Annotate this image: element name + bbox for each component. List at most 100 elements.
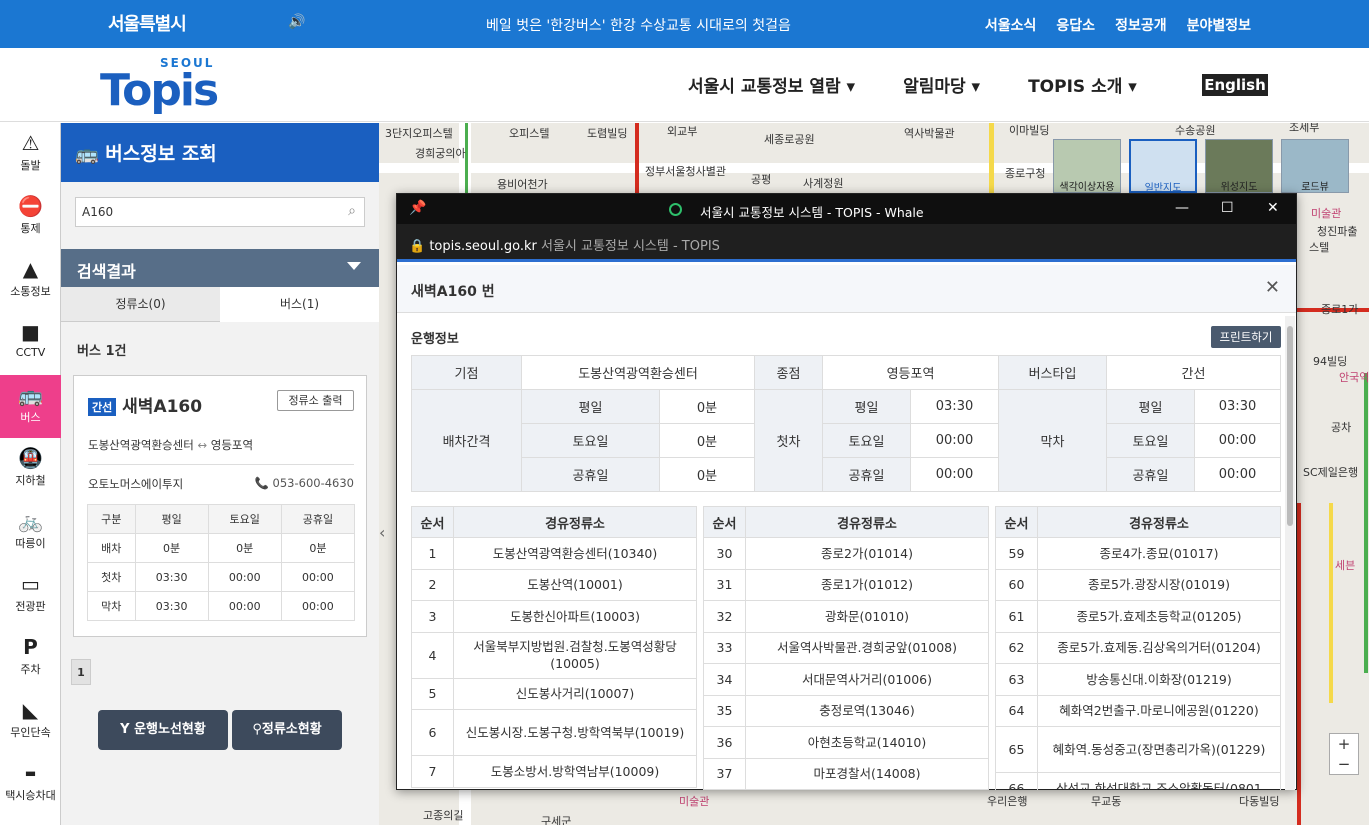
seoul-city-logo[interactable]: 서울특별시 xyxy=(108,10,187,36)
stop-name[interactable]: 도봉한신아파트(10003) xyxy=(453,600,697,633)
stop-name[interactable]: 도봉산역광역환승센터(10340) xyxy=(453,537,697,570)
table-row[interactable]: 60 종로5가.광장시장(01019) xyxy=(995,568,1281,601)
stop-name[interactable]: 서울역사박물관.경희궁앞(01008) xyxy=(745,631,989,664)
table-row[interactable]: 66 삼선교.한성대학교.조소앙활동터(0801 xyxy=(995,772,1281,790)
map-type-normal[interactable]: 일반지도 xyxy=(1129,139,1197,194)
table-row[interactable]: 7 도봉소방서.방학역남부(10009) xyxy=(411,755,697,788)
address-bar[interactable]: 🔒 topis.seoul.go.kr 서울시 교통정보 시스템 - TOPIS xyxy=(397,224,1296,262)
route-status-button[interactable]: Y 운행노선현황 xyxy=(98,710,228,750)
table-row[interactable]: 4 서울북부지방법원.검찰청.도봉역성황당(10005) xyxy=(411,631,697,679)
stop-name[interactable]: 서울북부지방법원.검찰청.도봉역성황당(10005) xyxy=(453,631,697,679)
nav-cctv[interactable]: ■ CCTV xyxy=(0,312,61,375)
table-row[interactable]: 2 도봉산역(10001) xyxy=(411,568,697,601)
table-row[interactable]: 37 마포경찰서(14008) xyxy=(703,757,989,790)
nav-bus[interactable]: 🚌 버스 xyxy=(0,375,61,438)
table-row[interactable]: 63 방송통신대.이화장(01219) xyxy=(995,663,1281,696)
stop-name[interactable]: 도봉산역(10001) xyxy=(453,568,697,601)
scrollbar-thumb[interactable] xyxy=(1287,326,1293,526)
table-row[interactable]: 65 혜화역.동성중고(장면총리가옥)(01229) xyxy=(995,726,1281,773)
table-row[interactable]: 6 신도봉시장.도봉구청.방학역북부(10019) xyxy=(411,709,697,756)
link-info-open[interactable]: 정보공개 xyxy=(1115,18,1167,34)
stop-name[interactable]: 방송통신대.이화장(01219) xyxy=(1037,663,1281,696)
stop-name[interactable]: 서대문역사거리(01006) xyxy=(745,663,989,696)
stop-name[interactable]: 종로2가(01014) xyxy=(745,537,989,570)
table-row[interactable]: 35 충정로역(13046) xyxy=(703,694,989,727)
nav-speed-camera[interactable]: ◣ 무인단속 xyxy=(0,690,61,753)
english-button[interactable]: English xyxy=(1202,74,1268,96)
page-button[interactable]: 1 xyxy=(71,659,91,685)
nav-about[interactable]: TOPIS 소개 ▾ xyxy=(1028,77,1137,97)
stop-order: 1 xyxy=(411,537,454,570)
table-row[interactable]: 30 종로2가(01014) xyxy=(703,537,989,570)
zoom-out-button[interactable]: − xyxy=(1330,754,1358,774)
map-type-roadview[interactable]: 로드뷰 xyxy=(1281,139,1349,193)
table-row[interactable]: 1 도봉산역광역환승센터(10340) xyxy=(411,537,697,570)
bus-result-card[interactable]: 간선 새벽A160 정류소 출력 도봉산역광역환승센터 ↔ 영등포역 오토노머스… xyxy=(73,375,367,637)
nav-subway[interactable]: 🚇 지하철 xyxy=(0,438,61,501)
nav-control[interactable]: ⛔ 통제 xyxy=(0,186,61,249)
stop-name[interactable]: 삼선교.한성대학교.조소앙활동터(0801 xyxy=(1037,772,1281,790)
link-seoul-news[interactable]: 서울소식 xyxy=(985,18,1037,34)
stop-name[interactable]: 혜화역.동성중고(장면총리가옥)(01229) xyxy=(1037,726,1281,773)
search-icon[interactable]: ⌕ xyxy=(348,203,356,219)
close-icon[interactable]: ✕ xyxy=(1267,200,1279,216)
collapse-panel-icon[interactable]: ‹ xyxy=(379,523,385,542)
nav-notice[interactable]: 알림마당 ▾ xyxy=(903,77,980,97)
zoom-in-button[interactable]: + xyxy=(1330,734,1358,754)
topis-logo[interactable]: SEOUL Topis xyxy=(100,56,230,116)
stop-name[interactable]: 종로5가.광장시장(01019) xyxy=(1037,568,1281,601)
link-field-info[interactable]: 분야별정보 xyxy=(1187,18,1251,34)
stop-name[interactable]: 종로5가.효제동.김상옥의거터(01204) xyxy=(1037,631,1281,664)
table-row[interactable]: 33 서울역사박물관.경희궁앞(01008) xyxy=(703,631,989,664)
nav-bike[interactable]: 🚲 따릉이 xyxy=(0,501,61,564)
pin-icon[interactable]: 📌 xyxy=(409,200,426,216)
table-row: 순서 경유정류소 xyxy=(995,506,1281,538)
map-label: 다동빌딩 xyxy=(1239,795,1280,808)
table-row[interactable]: 31 종로1가(01012) xyxy=(703,568,989,601)
nav-signboard[interactable]: ▭ 전광판 xyxy=(0,564,61,627)
scrollbar[interactable] xyxy=(1285,316,1295,790)
table-row[interactable]: 3 도봉한신아파트(10003) xyxy=(411,600,697,633)
map-type-colorblind[interactable]: 색각이상자용 xyxy=(1053,139,1121,193)
maximize-icon[interactable]: ☐ xyxy=(1221,200,1234,216)
minimize-icon[interactable]: — xyxy=(1175,200,1189,216)
table-row[interactable]: 36 아현초등학교(14010) xyxy=(703,726,989,759)
table-row[interactable]: 59 종로4가.종묘(01017) xyxy=(995,537,1281,570)
stop-name[interactable]: 아현초등학교(14010) xyxy=(745,726,989,759)
table-row[interactable]: 61 종로5가.효제초등학교(01205) xyxy=(995,600,1281,633)
stop-status-button[interactable]: ⚲정류소현황 xyxy=(232,710,342,750)
table-row[interactable]: 34 서대문역사거리(01006) xyxy=(703,663,989,696)
print-stops-button[interactable]: 정류소 출력 xyxy=(277,390,354,411)
map-type-satellite[interactable]: 위성지도 xyxy=(1205,139,1273,193)
tab-bus[interactable]: 버스(1) xyxy=(220,287,379,322)
table-row[interactable]: 64 혜화역2번출구.마로니에공원(01220) xyxy=(995,694,1281,727)
table-row[interactable]: 5 신도봉사거리(10007) xyxy=(411,677,697,710)
close-icon[interactable]: ✕ xyxy=(1265,277,1280,298)
stop-name[interactable]: 신도봉사거리(10007) xyxy=(453,677,697,710)
speaker-icon[interactable]: 🔊 xyxy=(288,14,305,30)
print-button[interactable]: 프린트하기 xyxy=(1211,326,1281,348)
nav-taxi[interactable]: ▬ 택시승차대 xyxy=(0,753,61,816)
nav-traffic-flow[interactable]: ▲ 소통정보 xyxy=(0,249,61,312)
table-cell: 0분 xyxy=(280,533,356,563)
nav-parking[interactable]: P 주차 xyxy=(0,627,61,690)
stops-area[interactable]: 순서 경유정류소 1 도봉산역광역환승센터(10340) 2 도봉산역(10001) 3 도봉… xyxy=(411,506,1281,790)
stop-name[interactable]: 종로5가.효제초등학교(01205) xyxy=(1037,600,1281,633)
stop-name[interactable]: 신도봉시장.도봉구청.방학역북부(10019) xyxy=(453,709,697,756)
tab-stops[interactable]: 정류소(0) xyxy=(61,287,220,322)
link-response[interactable]: 응답소 xyxy=(1056,18,1095,34)
search-input[interactable]: A160 ⌕ xyxy=(75,197,365,227)
nav-incident[interactable]: ⚠ 돌발 xyxy=(0,123,61,186)
table-row[interactable]: 32 광화문(01010) xyxy=(703,600,989,633)
stop-name[interactable]: 도봉소방서.방학역남부(10009) xyxy=(453,755,697,788)
nav-traffic-info[interactable]: 서울시 교통정보 열람 ▾ xyxy=(688,77,855,97)
stop-name[interactable]: 광화문(01010) xyxy=(745,600,989,633)
stop-name[interactable]: 혜화역2번출구.마로니에공원(01220) xyxy=(1037,694,1281,727)
stop-name[interactable]: 마포경찰서(14008) xyxy=(745,757,989,790)
table-row[interactable]: 62 종로5가.효제동.김상옥의거터(01204) xyxy=(995,631,1281,664)
news-banner[interactable]: 베일 벗은 '한강버스' 한강 수상교통 시대로의 첫걸음 xyxy=(486,15,791,35)
stop-name[interactable]: 충정로역(13046) xyxy=(745,694,989,727)
results-header[interactable]: 검색결과 xyxy=(61,249,379,287)
stop-name[interactable]: 종로4가.종묘(01017) xyxy=(1037,537,1281,570)
stop-name[interactable]: 종로1가(01012) xyxy=(745,568,989,601)
